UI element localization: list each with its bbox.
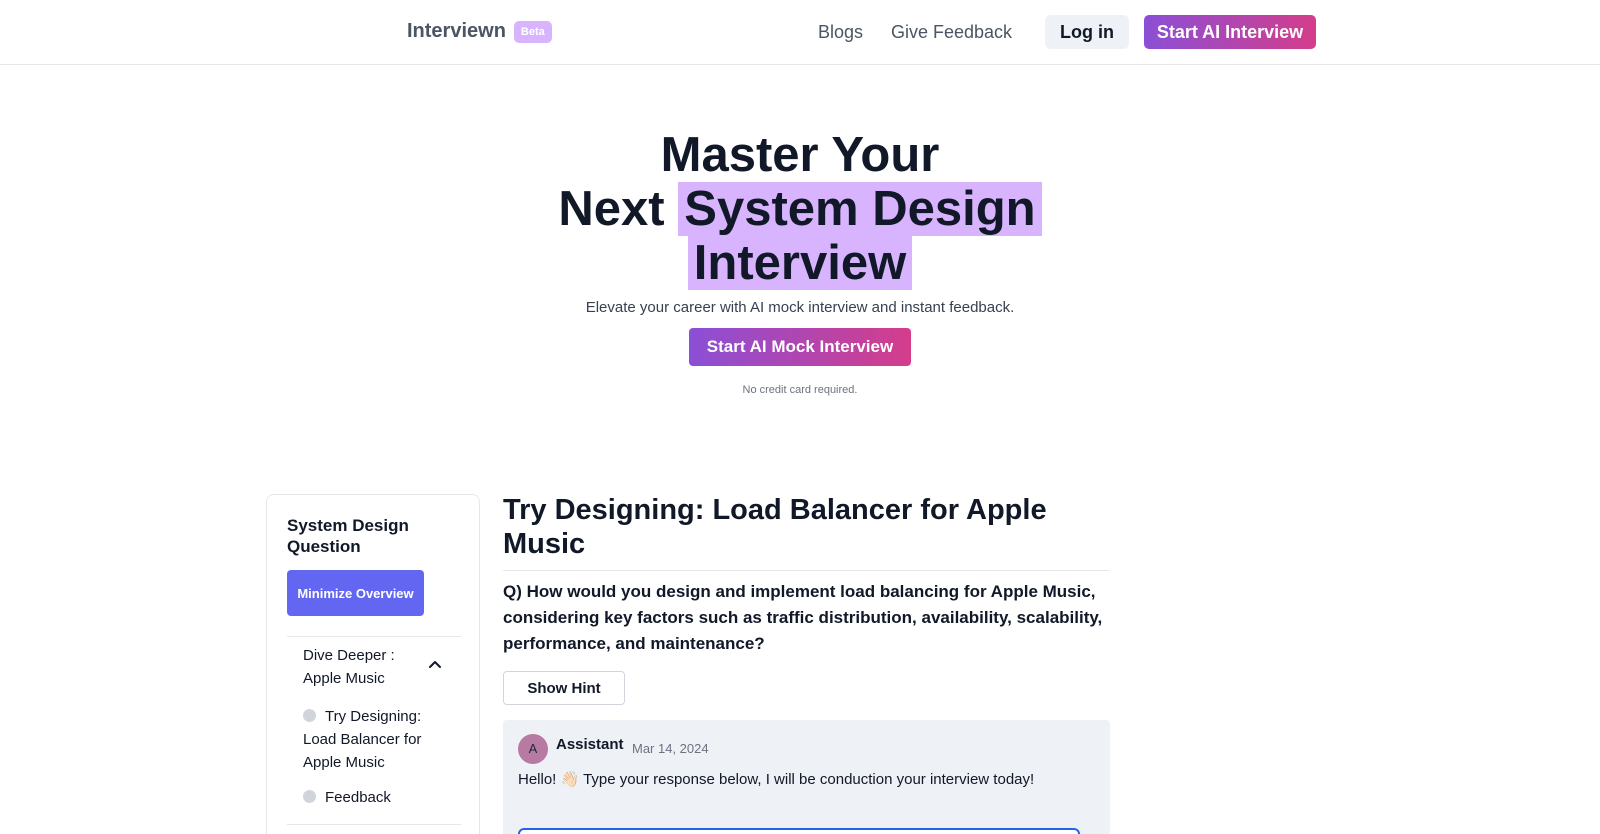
login-button[interactable]: Log in	[1045, 15, 1129, 49]
sidebar-item-load-balancer[interactable]: Try Designing: Load Balancer for Apple M…	[303, 705, 433, 774]
chat-message: Hello! 👋🏻 Type your response below, I wi…	[518, 771, 1035, 788]
chat-timestamp: Mar 14, 2024	[632, 741, 709, 756]
sidebar-section-dive-deeper[interactable]: Dive Deeper : Apple Music	[303, 644, 423, 690]
sidebar-item-label: Try Designing: Load Balancer for Apple M…	[303, 708, 422, 771]
start-ai-mock-interview-button[interactable]: Start AI Mock Interview	[689, 328, 911, 366]
no-credit-card-note: No credit card required.	[742, 384, 858, 396]
sidebar-divider	[287, 824, 461, 825]
sidebar-item-label: Feedback	[325, 789, 391, 806]
hero-title-next: Next	[558, 182, 665, 236]
minimize-overview-button[interactable]: Minimize Overview	[287, 570, 424, 616]
sidebar-item-feedback[interactable]: Feedback	[303, 786, 453, 809]
sidebar-title: System Design Question	[287, 516, 409, 556]
hero-title-line1: Master Your	[660, 128, 940, 182]
navbar: Interviewn Beta Blogs Give Feedback Log …	[0, 0, 1600, 65]
nav-link-blogs[interactable]: Blogs	[818, 22, 863, 43]
question-title: Try Designing: Load Balancer for Apple M…	[503, 494, 1047, 560]
brand-name: Interviewn	[407, 20, 506, 42]
beta-badge: Beta	[513, 20, 552, 43]
chevron-up-icon[interactable]	[427, 657, 443, 671]
avatar: A	[518, 734, 548, 764]
bullet-dot-icon	[303, 790, 316, 803]
chat-panel: A Assistant Mar 14, 2024 Hello! 👋🏻 Type …	[503, 720, 1110, 834]
show-hint-button[interactable]: Show Hint	[503, 671, 625, 705]
brand[interactable]: Interviewn Beta	[407, 20, 552, 43]
response-input[interactable]	[518, 828, 1080, 834]
hero-title-highlight-2: Interview	[687, 236, 913, 290]
start-ai-interview-button[interactable]: Start AI Interview	[1144, 15, 1316, 49]
chat-sender-name: Assistant	[556, 736, 624, 753]
sidebar-divider	[287, 636, 461, 637]
question-text: Q) How would you design and implement lo…	[503, 582, 1103, 653]
hero-subtitle: Elevate your career with AI mock intervi…	[585, 299, 1015, 316]
nav-link-give-feedback[interactable]: Give Feedback	[891, 22, 1012, 43]
bullet-dot-icon	[303, 709, 316, 722]
question-overview-sidebar: System Design Question Minimize Overview…	[266, 494, 480, 834]
hero-title-highlight-1: System Design	[678, 182, 1042, 236]
title-divider	[503, 570, 1109, 571]
hero-title: Master Your Next System Design Interview	[500, 128, 1100, 290]
